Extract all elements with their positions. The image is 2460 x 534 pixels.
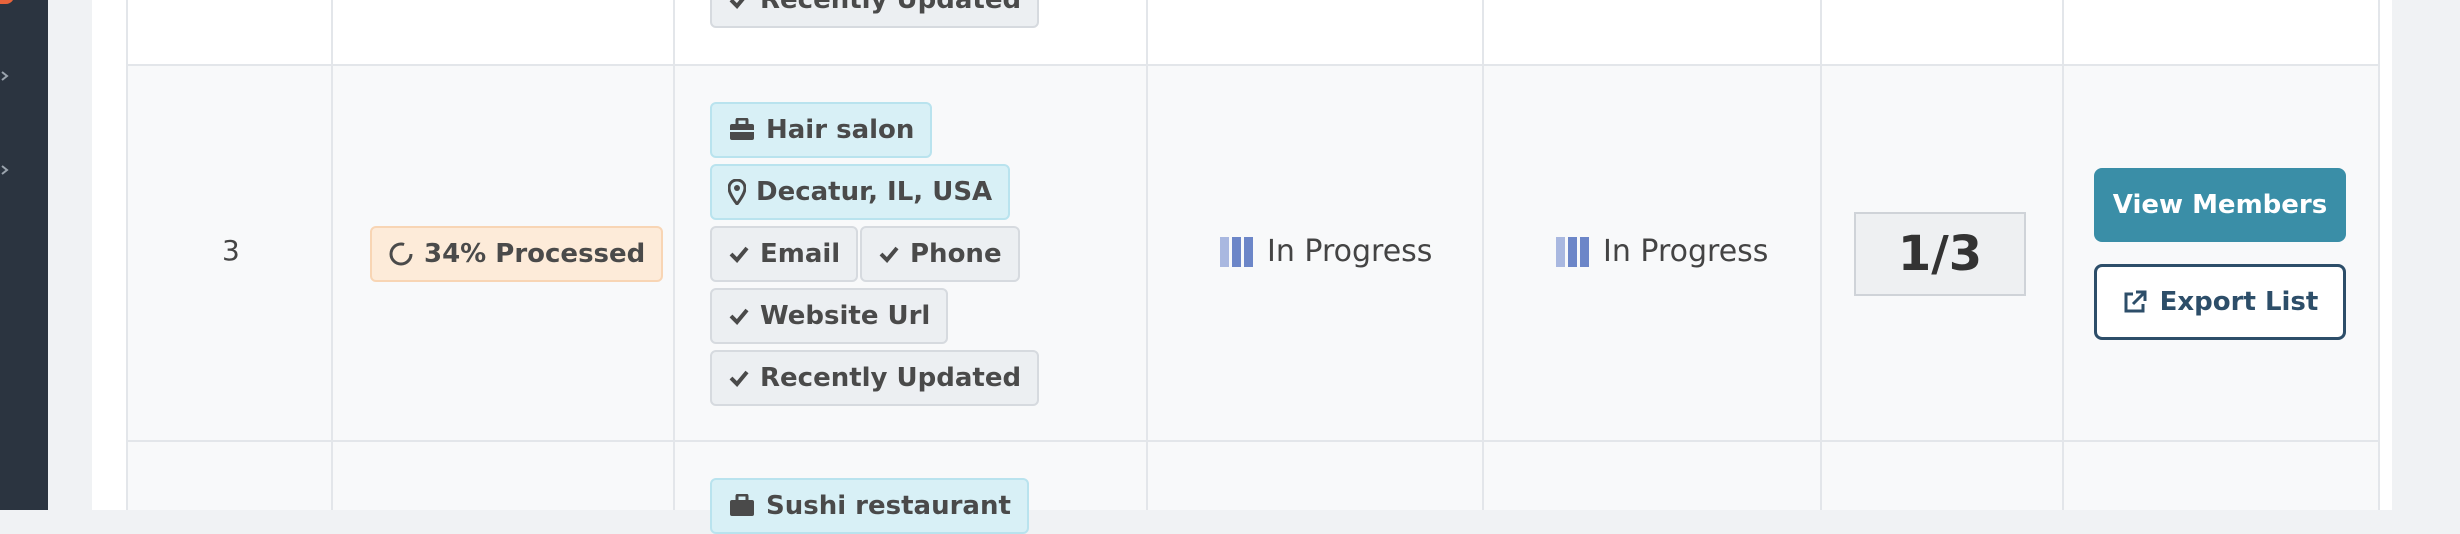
tag-label: Decatur, IL, USA (756, 177, 993, 207)
sidebar (0, 0, 48, 510)
tag-label: Sushi restaurant (766, 491, 1011, 521)
tag-label: Phone (910, 239, 1002, 269)
tag-recently-updated: Recently Updated (710, 350, 1040, 406)
view-members-button[interactable]: View Members (2094, 168, 2346, 242)
row-divider (128, 440, 2378, 442)
tag-label: Website Url (760, 301, 931, 331)
check-icon (729, 246, 749, 263)
external-link-icon (2124, 290, 2147, 313)
notification-dot (0, 0, 14, 4)
export-list-button[interactable]: Export List (2094, 264, 2346, 340)
tag-email: Email (710, 226, 859, 282)
column-divider (1820, 0, 1822, 510)
tag-recently-updated: Recently Updated (710, 0, 1040, 28)
column-divider (2062, 0, 2064, 510)
check-icon (729, 308, 749, 325)
tag-phone: Phone (860, 226, 1020, 282)
tag-category: Sushi restaurant (710, 478, 1029, 534)
map-marker-icon (728, 179, 746, 205)
progress-bars-icon (1220, 236, 1253, 267)
briefcase-icon (730, 118, 754, 140)
column-divider (1146, 0, 1148, 510)
spinner-icon (389, 242, 413, 266)
status-label: In Progress (1267, 234, 1433, 269)
progress-label: 34% Processed (424, 239, 646, 269)
row-number: 3 (222, 234, 240, 267)
progress-bars-icon (1556, 236, 1589, 267)
progress-badge: 34% Processed (370, 226, 664, 282)
table-row (128, 442, 2378, 510)
tag-label: Email (760, 239, 841, 269)
button-label: View Members (2112, 190, 2328, 220)
status-label: In Progress (1603, 234, 1769, 269)
check-icon (729, 370, 749, 387)
tag-category: Hair salon (710, 102, 933, 158)
briefcase-icon (730, 494, 754, 516)
tag-label: Recently Updated (760, 363, 1022, 393)
tag-location: Decatur, IL, USA (710, 164, 1011, 220)
chevron-right-icon[interactable] (0, 164, 12, 176)
check-icon (729, 0, 745, 9)
chevron-right-icon[interactable] (0, 70, 12, 82)
tag-label: Recently Updated (760, 0, 1022, 15)
check-icon (879, 246, 899, 263)
column-divider (331, 0, 333, 510)
status-cell: In Progress (1556, 234, 1768, 269)
tag-website: Website Url (710, 288, 949, 344)
column-divider (673, 0, 675, 510)
tag-label: Hair salon (766, 115, 915, 145)
button-label: Export List (2159, 287, 2319, 317)
row-divider (128, 64, 2378, 66)
column-divider (1482, 0, 1484, 510)
page-counter: 1/3 (1854, 212, 2026, 296)
status-cell: In Progress (1220, 234, 1432, 269)
